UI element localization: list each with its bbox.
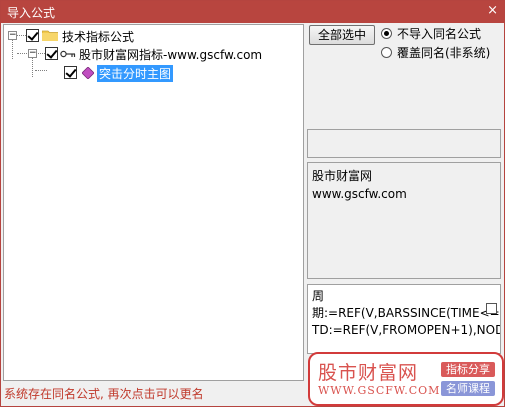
description-line-2: www.gscfw.com: [312, 187, 407, 201]
radio-overwrite[interactable]: [381, 47, 392, 58]
formula-tree[interactable]: − 技术指标公式 − 股市财富网指标-www.gscfw.com 突击分时主图: [3, 24, 304, 381]
watermark-tag-course: 名师课程: [441, 381, 495, 396]
formula-code: 周期:=REF(V,BARSSINCE(TIME<=092945)),NODRA…: [312, 289, 500, 337]
tree-checkbox-root[interactable]: [26, 29, 39, 42]
code-checkbox[interactable]: [486, 303, 497, 314]
tree-connector: [12, 39, 13, 59]
select-all-button[interactable]: 全部选中: [309, 25, 375, 45]
tree-expander-root[interactable]: −: [8, 31, 17, 40]
tree-node-child-label[interactable]: 股市财富网指标-www.gscfw.com: [79, 46, 262, 63]
tree-connector: [17, 35, 26, 36]
tree-checkbox-leaf[interactable]: [64, 66, 77, 79]
title-bar: 导入公式 ×: [1, 1, 504, 23]
radio-overwrite-label[interactable]: 覆盖同名(非系统): [397, 44, 490, 61]
watermark-tag-share: 指标分享: [441, 362, 495, 377]
status-message: 系统存在同名公式, 再次点击可以更名: [4, 387, 204, 401]
description-line-1: 股市财富网: [312, 169, 373, 183]
watermark-brand: 股市财富网: [318, 362, 419, 384]
radio-no-import[interactable]: [381, 28, 392, 39]
watermark-url: WWW.GSCFW.COM: [318, 384, 441, 397]
formula-icon: [82, 67, 94, 79]
tree-connector: [32, 57, 33, 77]
close-icon[interactable]: ×: [487, 3, 498, 18]
tree-node-leaf-label[interactable]: 突击分时主图: [97, 65, 174, 82]
tree-expander-child[interactable]: −: [28, 49, 37, 58]
key-icon: [60, 50, 76, 58]
tree-node-root-label[interactable]: 技术指标公式: [62, 28, 134, 45]
import-formula-dialog: 导入公式 × − 技术指标公式 − 股市财富网指标-www.gscfw.com …: [0, 0, 505, 407]
info-box: [307, 129, 501, 158]
tree-checkbox-child[interactable]: [45, 47, 58, 60]
folder-icon: [42, 30, 58, 41]
window-title: 导入公式: [7, 6, 56, 20]
tree-connector: [35, 70, 47, 71]
formula-code-box[interactable]: 周期:=REF(V,BARSSINCE(TIME<=092945)),NODRA…: [307, 284, 501, 354]
description-box: 股市财富网 www.gscfw.com: [307, 162, 501, 279]
radio-no-import-label[interactable]: 不导入同名公式: [397, 25, 481, 42]
watermark-logo: 股市财富网 WWW.GSCFW.COM 指标分享 名师课程: [308, 352, 504, 406]
